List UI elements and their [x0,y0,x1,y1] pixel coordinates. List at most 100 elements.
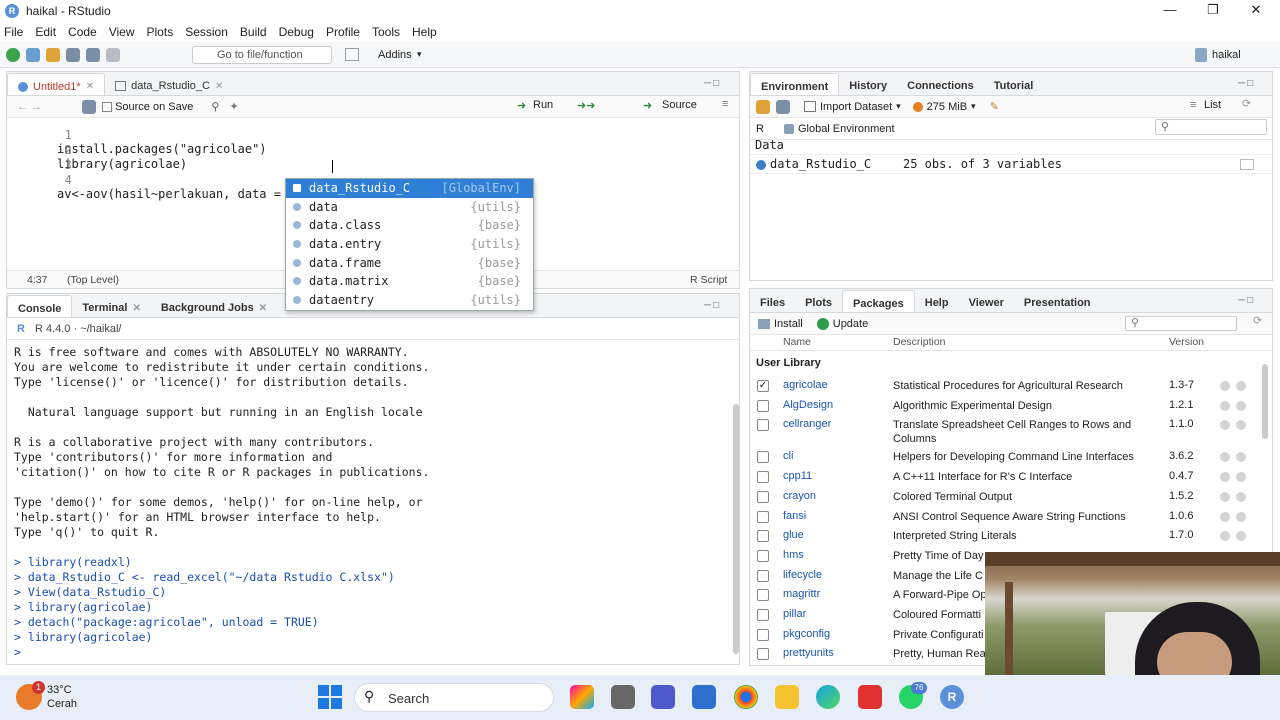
code-line[interactable]: 3 [7,144,737,172]
code-line[interactable]: 1 install.packages("agricolae") [7,114,737,156]
package-checkbox[interactable] [757,589,769,602]
save-all-icon[interactable] [86,47,100,62]
column-header-name[interactable]: Name [783,336,811,348]
package-name-link[interactable]: pkgconfig [783,628,830,640]
package-row[interactable]: cellranger Translate Spreadsheet Cell Ran… [750,416,1270,448]
package-name-link[interactable]: cellranger [783,418,831,430]
tab-environment[interactable]: Environment [750,73,840,95]
close-icon[interactable]: ✕ [1241,2,1271,18]
new-project-icon[interactable] [26,47,40,62]
package-checkbox[interactable] [757,451,769,464]
autocomplete-item[interactable]: dataentry {utils} [286,291,533,310]
language-selector[interactable]: R [756,123,764,135]
autocomplete-item[interactable]: data.frame {base} [286,253,533,272]
grid-layout-icon[interactable] [345,48,359,61]
refresh-icon[interactable]: ⟳ [1253,314,1262,327]
pane-minmax-icon[interactable]: ─□ [1238,78,1255,89]
code-tools-icon[interactable]: ✦ [229,100,238,113]
website-icon[interactable] [1220,381,1230,391]
tab-packages[interactable]: Packages [841,290,915,312]
package-name-link[interactable]: fansi [783,510,806,522]
tab-help[interactable]: Help [915,290,959,312]
console-prompt[interactable]: > [14,645,28,659]
tab-files[interactable]: Files [750,290,795,312]
view-table-icon[interactable] [1240,159,1254,170]
chrome-icon[interactable] [734,685,758,709]
package-checkbox[interactable] [757,549,769,562]
store-icon[interactable] [692,685,716,709]
autocomplete-item[interactable]: data.entry {utils} [286,235,533,254]
menu-profile[interactable]: Profile [326,25,360,39]
package-name-link[interactable]: AlgDesign [783,399,833,411]
back-arrow-icon[interactable]: ← → [17,101,42,113]
pane-minmax-icon[interactable]: ─□ [704,300,721,311]
autocomplete-item[interactable]: data.matrix {base} [286,272,533,291]
package-name-link[interactable]: lifecycle [783,569,822,581]
rerun-icon[interactable]: ➜➜ [577,99,595,112]
user-project-menu[interactable]: haikal [1212,49,1241,61]
close-tab-icon[interactable]: ✕ [132,303,140,314]
package-row[interactable]: fansi ANSI Control Sequence Aware String … [750,508,1270,528]
search-icon[interactable]: ⚲ [211,100,219,113]
edge-icon[interactable] [816,685,840,709]
remove-package-icon[interactable] [1236,381,1246,391]
file-type-selector[interactable]: R Script [690,274,727,286]
remove-package-icon[interactable] [1236,531,1246,542]
website-icon[interactable] [1220,400,1230,411]
package-checkbox[interactable] [757,510,769,523]
load-workspace-icon[interactable] [756,99,770,114]
code-line[interactable]: 2 library(agricolae) [7,129,737,171]
print-icon[interactable] [106,47,120,62]
website-icon[interactable] [1220,511,1230,522]
package-checkbox[interactable] [757,471,769,484]
package-checkbox[interactable] [757,569,769,582]
package-name-link[interactable]: pillar [783,608,806,620]
autocomplete-item[interactable]: data.class {base} [286,216,533,235]
package-checkbox[interactable] [757,530,769,543]
menu-help[interactable]: Help [412,25,437,39]
package-name-link[interactable]: cli [783,450,793,462]
website-icon[interactable] [1220,491,1230,502]
pane-minmax-icon[interactable]: ─□ [1238,295,1255,306]
package-checkbox[interactable] [757,419,769,432]
tab-terminal[interactable]: Terminal ✕ [72,295,150,317]
website-icon[interactable] [1220,472,1230,483]
package-name-link[interactable]: glue [783,529,804,541]
package-checkbox[interactable]: ✓ [757,380,769,392]
remove-package-icon[interactable] [1236,420,1246,431]
autocomplete-item[interactable]: data_Rstudio_C [GlobalEnv] [286,179,533,198]
pdf-reader-icon[interactable] [858,685,882,709]
tab-background-jobs[interactable]: Background Jobs ✕ [151,295,277,317]
remove-package-icon[interactable] [1236,472,1246,483]
remove-package-icon[interactable] [1236,491,1246,502]
minimize-icon[interactable]: — [1155,2,1185,17]
outline-icon[interactable]: ≡ [722,98,728,110]
run-button[interactable]: Run [533,99,553,111]
taskbar-search[interactable]: ⚲ Search [354,683,554,712]
tab-connections[interactable]: Connections [897,73,984,95]
menu-build[interactable]: Build [240,25,267,39]
column-header-version[interactable]: Version [1169,336,1204,348]
update-button[interactable]: Update [833,318,868,330]
install-button[interactable]: Install [774,318,803,330]
package-name-link[interactable]: hms [783,549,804,561]
menu-file[interactable]: File [4,25,23,39]
remove-package-icon[interactable] [1236,400,1246,411]
tab-plots[interactable]: Plots [795,290,842,312]
save-icon[interactable] [82,99,97,114]
task-view-icon[interactable] [611,685,635,709]
package-name-link[interactable]: crayon [783,490,816,502]
addins-menu[interactable]: Addins [378,49,412,61]
package-row[interactable]: glue Interpreted String Literals 1.7.0 [750,527,1270,547]
import-dataset-button[interactable]: Import Dataset [820,101,892,113]
tab-untitled1[interactable]: Untitled1* ✕ [7,73,106,95]
package-name-link[interactable]: prettyunits [783,647,834,659]
website-icon[interactable] [1220,420,1230,431]
windows-start-icon[interactable] [318,685,342,709]
teams-icon[interactable] [651,685,675,709]
new-file-icon[interactable] [6,47,20,62]
tab-viewer[interactable]: Viewer [959,290,1014,312]
broom-icon[interactable]: ✎ [990,100,999,113]
rstudio-taskbar-icon[interactable]: R [940,685,964,709]
website-icon[interactable] [1220,452,1230,463]
